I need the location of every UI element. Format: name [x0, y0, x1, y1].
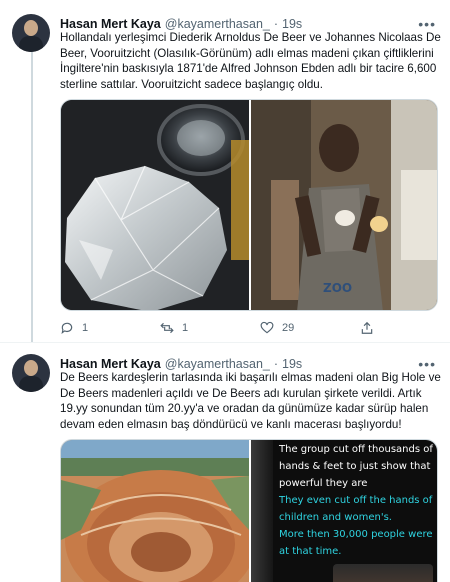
quote-line-5: children and women's.	[279, 512, 392, 523]
poster-quote-block: The group cut off thousands of hands & f…	[273, 440, 437, 582]
tweet-media[interactable]: ZOO	[60, 99, 438, 311]
like-button[interactable]: 29	[260, 321, 360, 335]
poster-bottom-photo	[333, 564, 433, 582]
author-handle[interactable]: @kayamerthasan_	[165, 17, 270, 31]
tweet-actions: 1 1 29	[60, 318, 390, 338]
tweet-divider	[0, 342, 450, 343]
separator-dot: ·	[273, 357, 279, 371]
author-name[interactable]: Hasan Mert Kaya	[60, 17, 161, 31]
reply-icon	[61, 322, 73, 335]
avatar[interactable]	[12, 14, 50, 52]
like-icon	[260, 321, 274, 334]
quote-line-4: They even cut off the hands of	[279, 495, 433, 506]
media-image-diamond[interactable]	[61, 100, 249, 310]
quote-line-1: The group cut off thousands of	[279, 444, 433, 455]
share-button[interactable]	[360, 321, 390, 335]
reply-button[interactable]: 1	[60, 321, 160, 335]
tweet-time[interactable]: 19s	[282, 17, 302, 31]
poster-portrait	[251, 440, 273, 582]
share-icon	[361, 321, 373, 334]
tweet-1[interactable]: Hasan Mert Kaya @kayamerthasan_ · 19s ••…	[0, 12, 450, 342]
tweet-2[interactable]: Hasan Mert Kaya @kayamerthasan_ · 19s ••…	[0, 352, 450, 582]
boy-photo: ZOO	[251, 100, 437, 310]
reply-count: 1	[82, 322, 89, 334]
author-handle[interactable]: @kayamerthasan_	[165, 357, 270, 371]
avatar-face	[24, 20, 38, 36]
media-image-mine[interactable]	[61, 440, 249, 582]
avatar[interactable]	[12, 354, 50, 392]
media-image-quote[interactable]: The group cut off thousands of hands & f…	[251, 440, 437, 582]
avatar-body	[19, 376, 43, 392]
tweet-media[interactable]: The group cut off thousands of hands & f…	[60, 439, 438, 582]
retweet-button[interactable]: 1	[160, 321, 260, 335]
author-name[interactable]: Hasan Mert Kaya	[60, 357, 161, 371]
media-image-boy[interactable]: ZOO	[251, 100, 437, 310]
avatar-face	[24, 360, 38, 376]
tweet-text: De Beers kardeşlerin tarlasında iki başa…	[60, 371, 441, 431]
retweet-count: 1	[182, 322, 189, 334]
quote-line-2: hands & feet to just show that	[279, 461, 431, 472]
retweet-icon	[160, 322, 174, 334]
quote-line-7: at that time.	[279, 546, 342, 557]
separator-dot: ·	[273, 17, 279, 31]
quote-line-6: More then 30,000 people were	[279, 529, 433, 540]
tweet-text: Hollandalı yerleşimci Diederik Arnoldus …	[60, 31, 441, 91]
quote-line-3: powerful they are	[279, 478, 368, 489]
avatar-body	[19, 36, 43, 52]
mine-photo	[61, 440, 249, 582]
diamond-photo	[61, 100, 249, 310]
like-count: 29	[282, 322, 295, 334]
tweet-time[interactable]: 19s	[282, 357, 302, 371]
svg-text:ZOO: ZOO	[323, 281, 352, 295]
